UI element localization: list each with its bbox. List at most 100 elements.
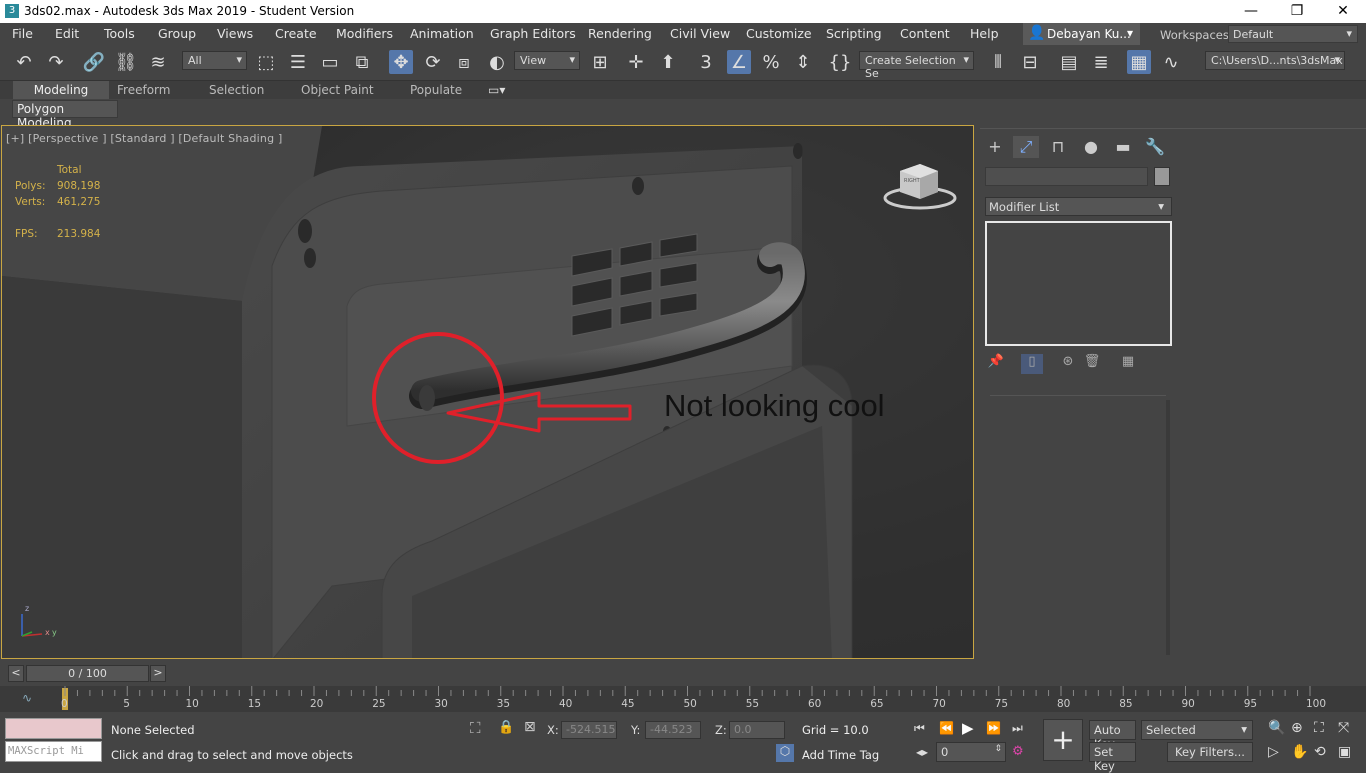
perspective-viewport[interactable]: z x y RIGHT [+] [Perspective ] [Standard… — [1, 125, 974, 659]
previous-frame-icon[interactable]: ⏪ — [939, 721, 954, 735]
minimize-button[interactable]: — — [1228, 0, 1274, 23]
menu-tools[interactable]: Tools — [104, 26, 135, 41]
selection-lock-icon[interactable]: 🔒 — [498, 720, 514, 735]
mirror-icon[interactable]: ⫴ — [986, 50, 1010, 74]
next-frame-icon[interactable]: ⏩ — [986, 721, 1001, 735]
menu-create[interactable]: Create — [275, 26, 317, 41]
bind-space-warp-icon[interactable]: ≋ — [146, 50, 170, 74]
tab-modeling[interactable]: Modeling — [13, 81, 109, 99]
tab-freeform[interactable]: Freeform — [117, 81, 170, 99]
select-object-icon[interactable]: ⬚ — [254, 50, 278, 74]
polygon-modeling-panel[interactable]: Polygon Modeling — [12, 100, 118, 130]
redo-icon[interactable]: ↷ — [44, 50, 68, 74]
restore-button[interactable]: ❐ — [1274, 0, 1320, 23]
select-and-rotate-icon[interactable]: ⟳ — [421, 50, 445, 74]
select-and-move-icon[interactable]: ✥ — [389, 50, 413, 74]
edit-named-selection-icon[interactable]: {} — [828, 50, 852, 74]
keyboard-shortcut-override-icon[interactable]: ⬆ — [656, 50, 680, 74]
object-color-swatch[interactable] — [1154, 167, 1170, 186]
prev-frame-button[interactable]: < — [8, 665, 24, 682]
display-tab-icon[interactable]: ▬ — [1110, 136, 1136, 158]
project-folder-dropdown[interactable]: C:\Users\D...nts\3dsMax — [1205, 51, 1345, 70]
menu-scripting[interactable]: Scripting — [826, 26, 882, 41]
field-of-view-icon[interactable]: ▷ — [1268, 744, 1279, 760]
modifier-stack[interactable] — [985, 221, 1172, 346]
create-tab-icon[interactable]: + — [982, 136, 1008, 158]
named-selection-dropdown[interactable]: Create Selection Se — [859, 51, 974, 80]
unlink-icon[interactable]: ⛓ — [114, 50, 138, 74]
zoom-extents-all-icon[interactable]: ⤧ — [1338, 720, 1349, 736]
spinner-snap-icon[interactable]: ⇕ — [791, 50, 815, 74]
utilities-tab-icon[interactable]: 🔧 — [1142, 136, 1168, 158]
panel-scrollbar[interactable] — [1166, 400, 1170, 655]
viewport-label[interactable]: [+] [Perspective ] [Standard ] [Default … — [6, 132, 282, 145]
pivot-point-center-icon[interactable]: ⊞ — [588, 50, 612, 74]
workspaces-dropdown[interactable]: Default ▾ — [1228, 25, 1358, 43]
align-icon[interactable]: ⊟ — [1018, 50, 1042, 74]
auto-key-button[interactable]: Auto Key — [1089, 720, 1136, 751]
menu-modifiers[interactable]: Modifiers — [336, 26, 393, 41]
select-and-place-icon[interactable]: ◐ — [485, 50, 509, 74]
go-to-start-icon[interactable]: ⏮ — [914, 721, 925, 736]
next-frame-button[interactable]: > — [150, 665, 166, 682]
y-coordinate-field[interactable]: -44.523 — [645, 721, 701, 739]
isolate-selection-icon[interactable]: ⛶ — [470, 719, 481, 737]
pin-stack-icon[interactable]: 📌 — [985, 354, 1007, 374]
current-frame-field[interactable]: 0 ⇕ — [936, 742, 1006, 762]
key-filters-button[interactable]: Key Filters... — [1167, 742, 1253, 762]
time-slider[interactable]: 0 / 100 — [26, 665, 149, 682]
modify-tab-icon[interactable]: ⤢ — [1013, 136, 1039, 158]
make-unique-icon[interactable]: ⊛ — [1057, 354, 1079, 374]
percent-snap-icon[interactable]: % — [759, 50, 783, 74]
undo-icon[interactable]: ↶ — [12, 50, 36, 74]
time-tag-icon[interactable]: ⬡ — [776, 744, 794, 762]
orbit-icon[interactable]: ⟲ — [1314, 744, 1326, 760]
ribbon-options-icon[interactable]: ▭▾ — [488, 81, 505, 99]
show-end-result-icon[interactable]: ▯ — [1021, 354, 1043, 374]
modifier-list-dropdown[interactable]: Modifier List — [985, 197, 1172, 216]
maxscript-mini-listener[interactable]: MAXScript Mi — [5, 741, 102, 762]
hierarchy-tab-icon[interactable]: ⊓ — [1045, 136, 1071, 158]
reference-coordinate-dropdown[interactable]: View — [514, 51, 580, 70]
x-coordinate-field[interactable]: -524.515 — [561, 721, 617, 739]
snaps-toggle-icon[interactable]: 3 — [694, 50, 718, 74]
menu-views[interactable]: Views — [217, 26, 253, 41]
select-and-scale-icon[interactable]: ⧈ — [452, 50, 476, 74]
angle-snap-icon[interactable]: ∠ — [727, 50, 751, 74]
select-manipulate-icon[interactable]: ✛ — [624, 50, 648, 74]
configure-modifier-sets-icon[interactable]: ▦ — [1117, 354, 1139, 374]
menu-customize[interactable]: Customize — [746, 26, 812, 41]
motion-tab-icon[interactable]: ● — [1078, 136, 1104, 158]
set-keys-icon[interactable]: + — [1043, 719, 1083, 761]
object-name-field[interactable] — [985, 167, 1148, 186]
selection-filter-dropdown[interactable]: All — [182, 51, 247, 70]
menu-animation[interactable]: Animation — [410, 26, 474, 41]
window-crossing-icon[interactable]: ⧉ — [350, 50, 374, 74]
maxscript-listener-output[interactable] — [5, 718, 102, 739]
menu-civil-view[interactable]: Civil View — [670, 26, 730, 41]
time-configuration-icon[interactable]: ⚙ — [1012, 744, 1024, 759]
maximize-viewport-icon[interactable]: ▣ — [1338, 744, 1351, 760]
z-coordinate-field[interactable]: 0.0 — [729, 721, 785, 739]
link-icon[interactable]: 🔗 — [82, 50, 106, 74]
add-time-tag[interactable]: Add Time Tag — [802, 748, 879, 762]
pan-icon[interactable]: ✋ — [1291, 744, 1308, 760]
menu-help[interactable]: Help — [970, 26, 999, 41]
menu-content[interactable]: Content — [900, 26, 950, 41]
menu-graph-editors[interactable]: Graph Editors — [490, 26, 576, 41]
zoom-all-icon[interactable]: ⊕ — [1291, 720, 1303, 736]
zoom-icon[interactable]: 🔍 — [1268, 720, 1285, 736]
toggle-ribbon-icon[interactable]: ≣ — [1089, 50, 1113, 74]
user-account-button[interactable]: 👤 Debayan Ku... ▾ — [1023, 23, 1140, 45]
play-icon[interactable]: ▶ — [962, 719, 974, 737]
tab-populate[interactable]: Populate — [410, 81, 462, 99]
set-key-button[interactable]: Set Key — [1089, 742, 1136, 773]
curve-editor-icon[interactable]: ∿ — [1159, 50, 1183, 74]
menu-file[interactable]: File — [12, 26, 33, 41]
curve-editor-mini-icon[interactable]: ∿ — [22, 691, 32, 705]
select-by-name-icon[interactable]: ☰ — [286, 50, 310, 74]
scene-explorer-icon[interactable]: ▦ — [1127, 50, 1151, 74]
menu-group[interactable]: Group — [158, 26, 196, 41]
tab-selection[interactable]: Selection — [209, 81, 264, 99]
key-mode-dropdown[interactable]: Selected ▾ — [1141, 720, 1253, 740]
